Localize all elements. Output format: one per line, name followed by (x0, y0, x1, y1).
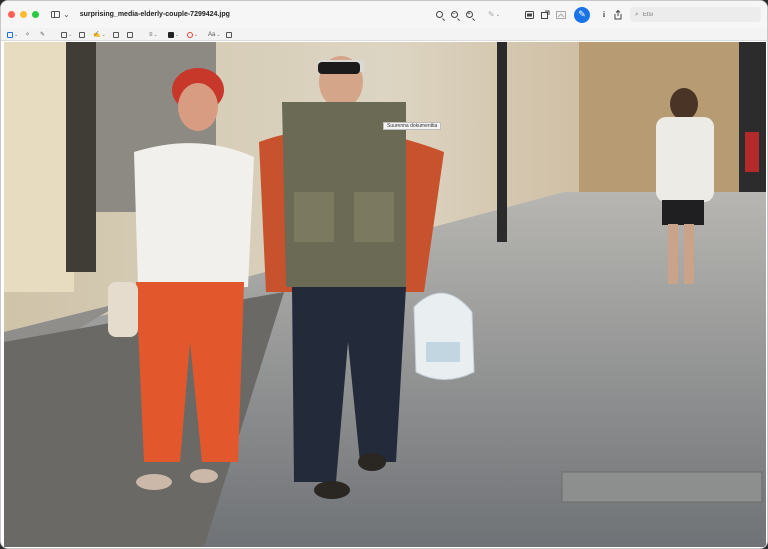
border-color-icon (168, 31, 174, 38)
markup-button[interactable]: ✎ (574, 1, 590, 28)
fill-color-icon (187, 31, 193, 38)
chevron-down-icon: ⌄ (175, 31, 180, 38)
magic-wand-icon: ✧ (25, 32, 31, 38)
fill-color-tool[interactable]: ⌄ (187, 30, 198, 39)
description-tool[interactable] (226, 30, 232, 39)
zoom-out-icon: − (450, 11, 458, 18)
preview-window: ⌄ surprising_media-elderly-couple-729942… (0, 0, 768, 549)
text-style-tool[interactable]: Aa ⌄ (208, 30, 221, 39)
text-box-icon (79, 31, 85, 38)
pen-icon: ✎ (488, 10, 495, 19)
adjust-size-tool[interactable] (127, 30, 133, 39)
photo (4, 42, 766, 547)
chevron-down-icon: ⌄ (63, 10, 70, 19)
rectangle-select-icon (7, 31, 13, 38)
crop-button[interactable] (554, 1, 568, 28)
share-icon (614, 9, 622, 19)
chevron-down-icon: ⌄ (194, 31, 199, 38)
sketch-icon: ✎ (40, 32, 46, 38)
chevron-down-icon: ⌄ (14, 31, 19, 38)
speech-bubble-icon (226, 31, 232, 38)
text-style-label: Aa (208, 31, 216, 38)
zoom-window-button[interactable] (32, 11, 39, 18)
chevron-down-icon: ⌄ (101, 31, 106, 38)
image-canvas[interactable]: Suurenna dokumenttia (4, 42, 766, 547)
chevron-down-icon: ⌄ (68, 31, 73, 38)
search-input[interactable] (642, 11, 743, 18)
zoom-tooltip: Suurenna dokumenttia (383, 122, 442, 130)
document-title: surprising_media-elderly-couple-7299424.… (79, 11, 230, 18)
search-icon: ⌕ (635, 10, 639, 18)
highlight-button[interactable]: ✎ ⌄ (483, 1, 505, 28)
zoom-fit-button[interactable] (432, 1, 446, 28)
signature-icon: ✍ (93, 32, 101, 38)
close-window-button[interactable] (8, 11, 15, 18)
sign-tool[interactable]: ✍ ⌄ (93, 30, 106, 39)
text-tool[interactable] (79, 30, 85, 39)
adjust-color-tool[interactable] (113, 30, 119, 39)
search-field[interactable]: ⌕ (630, 7, 761, 22)
share-screen-button[interactable] (522, 1, 536, 28)
zoom-in-button[interactable]: + (462, 1, 476, 28)
crop-icon (556, 10, 566, 19)
instant-alpha-tool[interactable]: ✧ (25, 30, 30, 39)
markup-toolbar: ⌄ ✧ ✎ ⌄ ✍ ⌄ ≡ ⌄ ⌄ ⌄ Aa ⌄ (1, 28, 767, 41)
border-color-tool[interactable]: ⌄ (168, 30, 179, 39)
selection-tool[interactable]: ⌄ (7, 30, 18, 39)
zoom-out-button[interactable]: − (447, 1, 461, 28)
sketch-tool[interactable]: ✎ (40, 30, 45, 39)
rotate-button[interactable] (538, 1, 552, 28)
minimize-window-button[interactable] (20, 11, 27, 18)
resize-icon (127, 31, 133, 38)
window-controls (8, 11, 39, 18)
sidebar-toggle-button[interactable]: ⌄ (51, 10, 70, 19)
chevron-down-icon: ⌄ (495, 11, 500, 18)
adjust-color-icon (113, 31, 119, 38)
chevron-down-icon: ⌄ (216, 31, 221, 38)
info-icon: i (602, 10, 606, 19)
window-icon (524, 10, 534, 19)
zoom-in-icon: + (465, 11, 473, 18)
info-button[interactable]: i (597, 1, 611, 28)
shapes-tool[interactable]: ⌄ (61, 30, 72, 39)
rotate-icon (540, 10, 549, 19)
markup-icon: ✎ (574, 6, 590, 23)
chevron-down-icon: ⌄ (153, 31, 158, 38)
line-style-icon: ≡ (149, 31, 153, 38)
zoom-fit-icon (435, 11, 443, 18)
sidebar-icon (51, 11, 60, 18)
line-style-tool[interactable]: ≡ ⌄ (149, 30, 158, 39)
shapes-icon (61, 31, 67, 38)
share-button[interactable] (611, 1, 625, 28)
